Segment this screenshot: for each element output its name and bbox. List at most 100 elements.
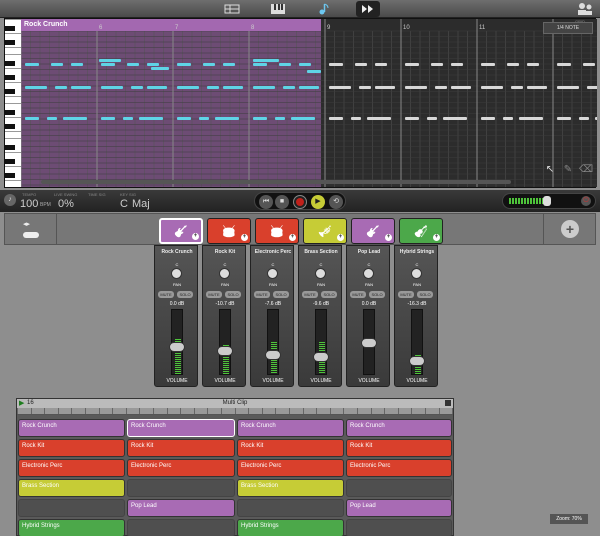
midi-note[interactable] [481, 86, 503, 89]
play-button[interactable]: ▶ [311, 195, 325, 209]
midi-note[interactable] [177, 86, 199, 89]
midi-note[interactable] [481, 117, 495, 120]
midi-note[interactable] [25, 86, 47, 89]
midi-note[interactable] [329, 63, 343, 66]
black-key[interactable] [5, 159, 15, 164]
add-clip-icon[interactable]: + [433, 234, 440, 241]
midi-note[interactable] [275, 117, 285, 120]
solo-button[interactable]: SOLO [273, 291, 289, 298]
midi-note[interactable] [435, 86, 447, 89]
swing-value[interactable]: 0% [58, 198, 74, 210]
fader-handle[interactable] [169, 342, 185, 352]
midi-note[interactable] [587, 86, 597, 89]
volume-fader[interactable] [361, 309, 377, 375]
clip-cell[interactable]: Rock Crunch [237, 419, 344, 437]
empty-clip-cell[interactable] [237, 499, 344, 517]
empty-clip-cell[interactable] [127, 479, 235, 497]
swap-view-button[interactable]: ◂▸ [5, 214, 57, 244]
midi-note[interactable] [223, 63, 235, 66]
clip-cell[interactable]: Rock Crunch [18, 419, 125, 437]
midi-note[interactable] [481, 63, 495, 66]
fader-handle[interactable] [313, 352, 329, 362]
midi-note[interactable] [527, 86, 547, 89]
volume-fader[interactable] [409, 309, 425, 375]
midi-note[interactable] [307, 70, 321, 73]
midi-note[interactable] [25, 117, 39, 120]
black-key[interactable] [5, 145, 15, 150]
instrument-button[interactable]: 🎸 + [159, 218, 203, 244]
solo-button[interactable]: SOLO [177, 291, 193, 298]
midi-note[interactable] [355, 63, 367, 66]
solo-button[interactable]: SOLO [225, 291, 241, 298]
midi-note[interactable] [519, 117, 543, 120]
clip-cell[interactable]: Electronic Perc [346, 459, 452, 477]
midi-note[interactable] [131, 86, 143, 89]
midi-note[interactable] [583, 63, 595, 66]
loop-button[interactable]: ⟲ [329, 195, 343, 209]
clip-cell[interactable]: Rock Kit [18, 439, 125, 457]
midi-note[interactable] [101, 63, 115, 66]
midi-note[interactable] [283, 86, 295, 89]
black-key[interactable] [5, 61, 15, 66]
notes-layer[interactable] [21, 19, 597, 187]
volume-fader[interactable] [313, 309, 329, 375]
midi-note[interactable] [375, 86, 395, 89]
solo-button[interactable]: SOLO [369, 291, 385, 298]
stop-button[interactable]: ■ [275, 195, 289, 209]
mute-button[interactable]: MUTE [254, 291, 270, 298]
midi-note[interactable] [595, 117, 597, 120]
midi-note[interactable] [527, 63, 539, 66]
midi-note[interactable] [223, 86, 243, 89]
pan-knob[interactable] [219, 268, 230, 279]
instrument-button[interactable]: 🎸 + [351, 218, 395, 244]
metronome-icon[interactable]: ♪ [4, 194, 16, 206]
midi-note[interactable] [55, 86, 67, 89]
black-key[interactable] [5, 89, 15, 94]
clip-cell[interactable]: Rock Kit [346, 439, 452, 457]
fader-handle[interactable] [265, 350, 281, 360]
volume-fader[interactable] [169, 309, 185, 375]
power-icon[interactable]: ⏻ [581, 196, 591, 206]
pointer-tool-icon[interactable]: ↖ [543, 163, 557, 177]
midi-note[interactable] [99, 59, 121, 62]
play-marker-icon[interactable]: ▶ [19, 399, 24, 408]
midi-note[interactable] [63, 117, 87, 120]
midi-note[interactable] [47, 117, 57, 120]
pan-knob[interactable] [171, 268, 182, 279]
midi-note[interactable] [367, 117, 391, 120]
horizontal-scrollbar[interactable] [41, 180, 511, 184]
volume-fader[interactable] [217, 309, 233, 375]
midi-note[interactable] [101, 86, 123, 89]
add-clip-icon[interactable]: + [337, 234, 344, 241]
master-volume-knob[interactable] [543, 196, 551, 206]
clip-cell[interactable]: Rock Kit [237, 439, 344, 457]
black-key[interactable] [5, 26, 15, 31]
midi-note[interactable] [215, 117, 239, 120]
clip-cell[interactable]: Rock Crunch [127, 419, 235, 437]
instrument-button[interactable]: 🥁 + [207, 218, 251, 244]
midi-note[interactable] [579, 117, 589, 120]
midi-note[interactable] [503, 117, 513, 120]
tempo-value[interactable]: 100 [20, 198, 38, 210]
midi-note[interactable] [203, 63, 215, 66]
fader-handle[interactable] [409, 356, 425, 366]
midi-note[interactable] [151, 67, 169, 70]
midi-note[interactable] [329, 86, 351, 89]
midi-note[interactable] [299, 63, 311, 66]
clip-cell[interactable]: Hybrid Strings [237, 519, 344, 536]
black-key[interactable] [5, 110, 15, 115]
midi-note[interactable] [557, 86, 579, 89]
midi-note[interactable] [25, 63, 39, 66]
midi-note[interactable] [299, 86, 319, 89]
black-key[interactable] [5, 173, 15, 178]
midi-note[interactable] [507, 63, 519, 66]
instrument-button[interactable]: 🎺 + [303, 218, 347, 244]
midi-note[interactable] [405, 117, 419, 120]
add-instrument-button[interactable]: + [561, 220, 579, 238]
black-key[interactable] [5, 124, 15, 129]
add-clip-icon[interactable]: + [385, 234, 392, 241]
empty-clip-cell[interactable] [346, 479, 452, 497]
midi-note[interactable] [71, 86, 91, 89]
midi-note[interactable] [557, 117, 571, 120]
midi-note[interactable] [451, 63, 463, 66]
